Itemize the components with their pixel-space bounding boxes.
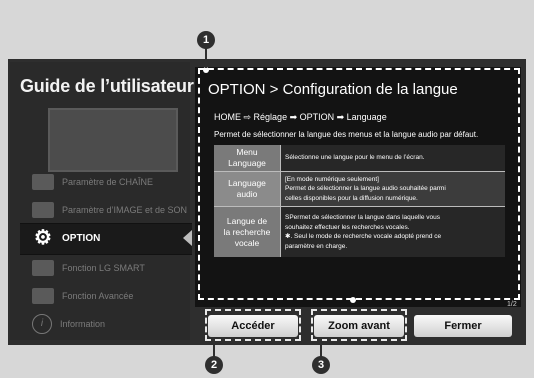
callout-dot [350,297,356,303]
sidebar-item-picture-sound[interactable]: Paramètre d’IMAGE et de SON [32,198,192,222]
access-button[interactable]: Accéder [208,315,298,337]
picture-sound-icon [32,202,54,218]
sidebar-item-option[interactable]: ⚙ OPTION [32,226,192,250]
zoom-in-button[interactable]: Zoom avant [314,315,404,337]
gear-icon: ⚙ [34,227,52,249]
sidebar-item-label: OPTION [62,232,101,244]
guide-title: Guide de l’utilisateur [20,76,194,96]
advanced-icon [32,288,54,304]
sidebar-item-label: Paramètre d’IMAGE et de SON [62,205,188,215]
smart-tv-icon [32,260,54,276]
callout-badge-2: 2 [205,356,223,374]
close-button[interactable]: Fermer [414,315,512,337]
callout-content-area [198,68,520,300]
antenna-icon [32,174,54,190]
sidebar-item-information[interactable]: i Information [32,312,192,336]
sidebar-item-label: Information [60,319,106,329]
sidebar-item-advanced[interactable]: Fonction Avancée [32,284,192,308]
info-icon: i [32,314,52,334]
page-indicator: 1/2 [507,301,517,308]
sidebar-item-label: Fonction LG SMART [62,263,145,273]
sidebar-item-lg-smart[interactable]: Fonction LG SMART [32,256,192,280]
callout-badge-1: 1 [197,31,215,49]
sidebar-item-label: Paramètre de CHAÎNE [62,177,154,187]
callout-badge-3: 3 [312,356,330,374]
tv-thumbnail [48,108,178,172]
sidebar-item-label: Fonction Avancée [62,291,134,301]
sidebar-item-channel[interactable]: Paramètre de CHAÎNE [32,170,192,194]
